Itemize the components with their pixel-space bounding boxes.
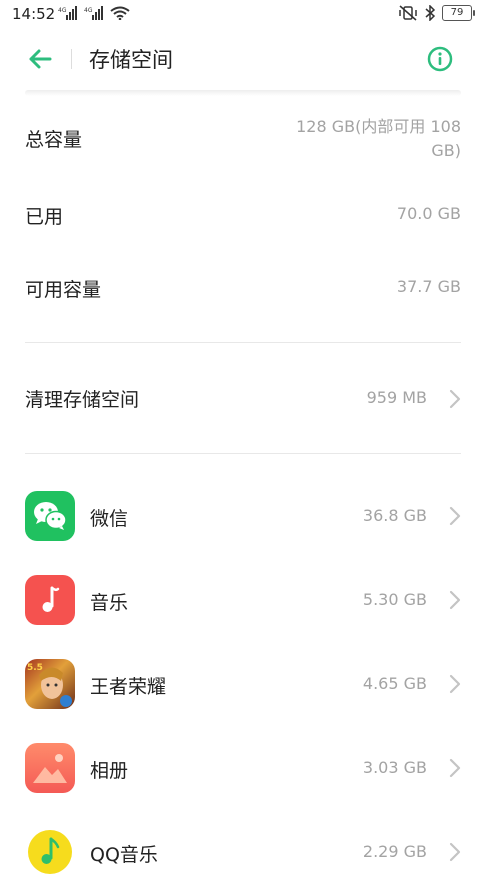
divider-2 [25,453,461,454]
status-right: 79 [398,5,475,21]
chevron-right-icon [449,389,461,409]
app-row-honor-of-kings[interactable]: 5.5 王者荣耀 4.65 GB [25,659,461,719]
app-name: 相册 [90,760,129,782]
app-row-wechat[interactable]: 微信 36.8 GB [25,491,461,551]
app-size: 2.29 GB [362,842,427,861]
signal-indicators: 4G 4G [58,6,130,20]
chevron-right-icon [449,674,461,694]
signal-icon: 4G [58,6,77,20]
header: 存储空间 [0,34,486,84]
honor-of-kings-icon: 5.5 [25,659,75,709]
app-name: 音乐 [90,592,129,614]
app-name: QQ音乐 [90,844,158,866]
used-label: 已用 [25,206,64,228]
app-size: 4.65 GB [362,674,427,693]
clean-storage-row[interactable]: 清理存储空间 959 MB [25,385,461,415]
clean-storage-value: 959 MB [366,388,427,407]
signal-2-label: 4G [84,7,93,14]
clean-storage-label: 清理存储空间 [25,389,140,411]
chevron-right-icon [449,590,461,610]
used-row: 已用 70.0 GB [25,202,461,232]
photos-icon [25,743,75,793]
total-capacity-label: 总容量 [25,129,83,151]
music-icon [25,575,75,625]
svg-text:5.5: 5.5 [27,663,43,673]
signal-icon-2: 4G [84,6,103,20]
wifi-icon [110,6,130,20]
chevron-right-icon [449,506,461,526]
available-label: 可用容量 [25,279,102,301]
app-size: 5.30 GB [362,590,427,609]
chevron-right-icon [449,758,461,778]
total-capacity-row: 总容量 128 GB(内部可用 108 GB) [25,115,461,165]
info-icon[interactable] [427,46,453,72]
app-name: 微信 [90,508,129,530]
header-shadow [25,90,461,96]
app-size: 36.8 GB [362,506,427,525]
status-bar: 14:52 4G 4G 79 [0,0,486,30]
app-name: 王者荣耀 [90,676,167,698]
total-capacity-value: 128 GB(内部可用 108 GB) [296,117,461,160]
bluetooth-icon [425,5,436,21]
page-title: 存储空间 [89,48,173,72]
vibrate-icon [399,5,417,21]
available-value: 37.7 GB [396,277,461,296]
header-divider [71,49,72,69]
available-row: 可用容量 37.7 GB [25,275,461,305]
battery-indicator: 79 [442,5,475,21]
status-time: 14:52 [12,5,56,23]
app-row-music[interactable]: 音乐 5.30 GB [25,575,461,635]
wechat-icon [25,491,75,541]
back-arrow-icon[interactable] [26,45,54,73]
divider [25,342,461,343]
signal-1-label: 4G [58,7,67,14]
app-row-photos[interactable]: 相册 3.03 GB [25,743,461,803]
app-row-qq-music[interactable]: QQ音乐 2.29 GB [25,827,461,887]
used-value: 70.0 GB [396,204,461,223]
app-size: 3.03 GB [362,758,427,777]
qq-music-icon [25,827,75,877]
chevron-right-icon [449,842,461,862]
